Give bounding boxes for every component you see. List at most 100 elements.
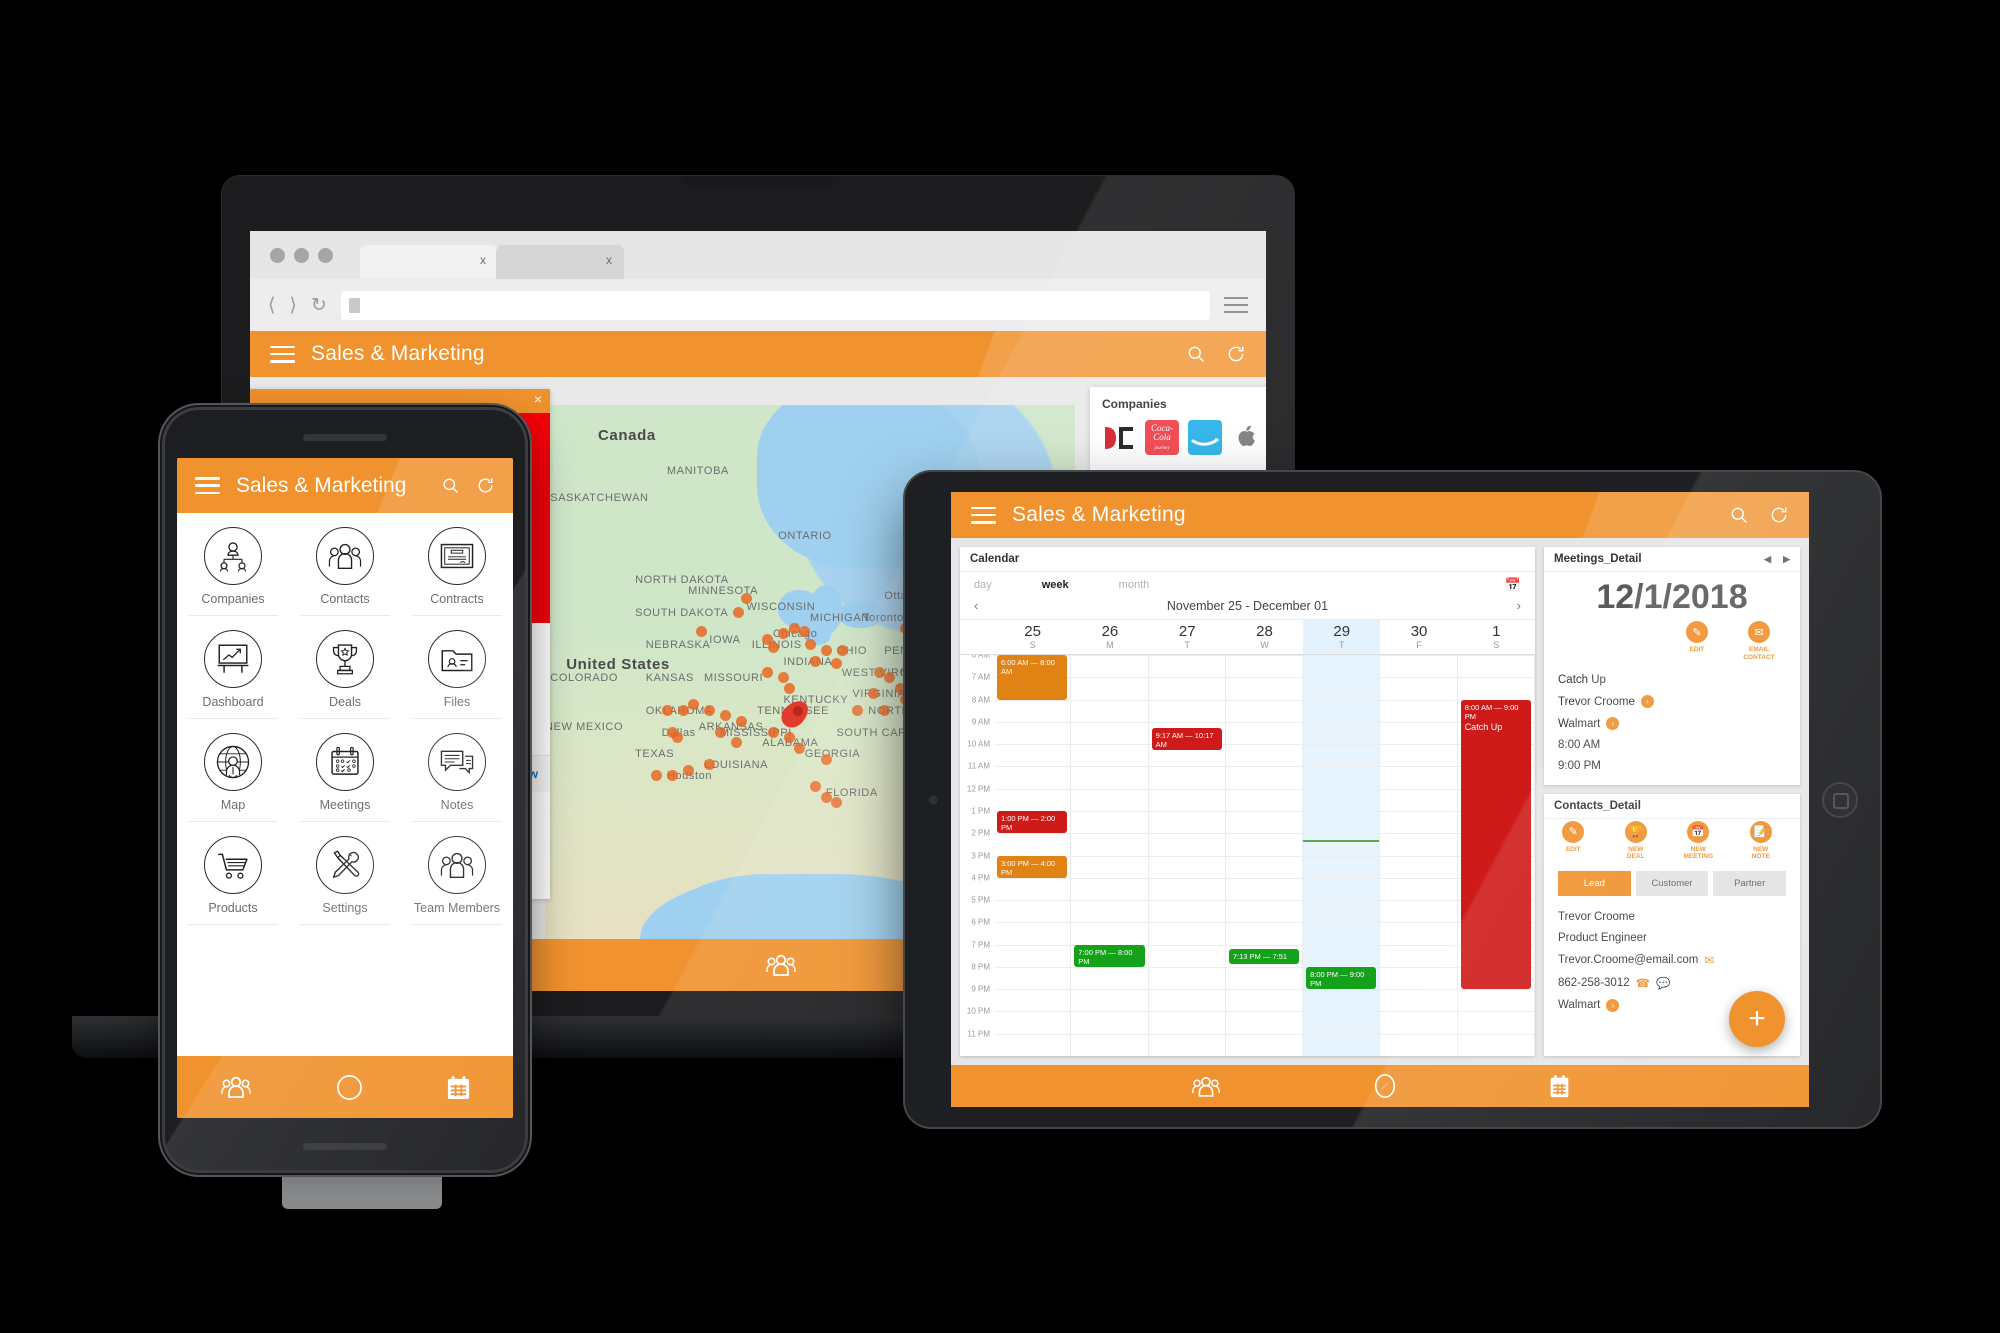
- search-icon[interactable]: [441, 476, 460, 495]
- calendar-day-header[interactable]: 27 T: [1149, 620, 1226, 654]
- next-record-button[interactable]: ▶: [1783, 554, 1790, 565]
- phone-menu-item-files[interactable]: Files: [401, 616, 513, 719]
- search-icon[interactable]: [1729, 505, 1749, 525]
- address-input[interactable]: [340, 290, 1210, 320]
- calendar-event[interactable]: 8:00 AM — 9:00 PM Catch Up: [1460, 699, 1531, 990]
- contact-segment-customer[interactable]: Customer: [1635, 871, 1709, 897]
- window-close-dot[interactable]: [270, 248, 285, 263]
- calendar-event[interactable]: 6:00 AM — 8:00 AM: [997, 655, 1068, 700]
- calendar-icon[interactable]: [1548, 1074, 1571, 1099]
- calendar-event[interactable]: 1:00 PM — 2:00 PM: [997, 810, 1068, 834]
- map-pin[interactable]: [730, 737, 742, 749]
- map-pin[interactable]: [661, 704, 673, 716]
- calendar-picker-icon[interactable]: 📅: [1505, 577, 1521, 593]
- calendar-event[interactable]: 8:00 PM — 9:00 PM: [1306, 966, 1377, 990]
- contact-action-edit[interactable]: ✎ EDIT: [1552, 820, 1595, 862]
- contact-segment-partner[interactable]: Partner: [1713, 871, 1787, 897]
- map-pin[interactable]: [820, 753, 832, 765]
- coca-cola-logo[interactable]: Coca-Cola journey: [1145, 420, 1180, 455]
- map-pin[interactable]: [788, 623, 800, 634]
- window-controls[interactable]: [270, 248, 333, 263]
- calendar-day-column[interactable]: 7:00 PM — 8:00 PM: [1071, 655, 1149, 1056]
- calendar-mode-day[interactable]: day: [974, 579, 992, 591]
- calendar-event[interactable]: 3:00 PM — 4:00 PM: [997, 855, 1068, 878]
- close-icon[interactable]: x: [606, 253, 612, 267]
- map-pin[interactable]: [696, 625, 708, 637]
- close-icon[interactable]: x: [480, 253, 486, 267]
- phone-menu-item-contracts[interactable]: Contracts: [401, 513, 513, 616]
- refresh-icon[interactable]: [1226, 344, 1246, 364]
- chat-icon[interactable]: 💬: [1656, 976, 1670, 990]
- apple-logo[interactable]: [1231, 420, 1266, 455]
- phone-menu-item-team-members[interactable]: Team Members: [401, 822, 513, 925]
- calendar-day-header[interactable]: 29 T: [1303, 620, 1381, 654]
- map-pin[interactable]: [794, 742, 806, 754]
- search-icon[interactable]: [1186, 344, 1206, 364]
- calendar-day-column[interactable]: 8:00 AM — 9:00 PM Catch Up: [1457, 655, 1535, 1056]
- refresh-icon[interactable]: [1769, 505, 1789, 525]
- chevron-right-icon[interactable]: ›: [1606, 998, 1620, 1012]
- contact-segment-lead[interactable]: Lead: [1558, 871, 1631, 897]
- hamburger-icon[interactable]: [971, 506, 996, 524]
- contacts-icon[interactable]: [1190, 1075, 1222, 1098]
- contact-action-new-deal[interactable]: 🏆 NEW DEAL: [1615, 820, 1658, 862]
- map-pin[interactable]: [852, 704, 864, 716]
- reload-icon[interactable]: ↻: [311, 296, 327, 315]
- phone-menu-item-map[interactable]: Map: [177, 719, 289, 822]
- contact-action-new-note[interactable]: 📝 NEW NOTE: [1740, 820, 1783, 862]
- calendar-mode-week[interactable]: week: [1042, 579, 1069, 591]
- chevron-right-icon[interactable]: ›: [1606, 717, 1620, 731]
- calendar-day-header[interactable]: 26 M: [1071, 620, 1148, 654]
- calendar-icon[interactable]: [446, 1074, 471, 1101]
- map-pin[interactable]: [783, 732, 795, 743]
- map-pin[interactable]: [878, 704, 890, 716]
- map-pin[interactable]: [831, 797, 843, 809]
- contacts-icon[interactable]: [219, 1075, 253, 1099]
- map-pin[interactable]: [820, 644, 832, 656]
- map-pin[interactable]: [820, 791, 832, 803]
- prev-record-button[interactable]: ◀: [1764, 554, 1771, 565]
- map-pin[interactable]: [831, 658, 843, 670]
- map-pin[interactable]: [804, 639, 816, 651]
- calendar-day-column[interactable]: 7:13 PM — 7:51 PM: [1225, 655, 1304, 1056]
- calendar-event[interactable]: 9:17 AM — 10:17 AM: [1151, 728, 1222, 751]
- email-icon[interactable]: ✉: [1704, 953, 1714, 967]
- close-icon[interactable]: ×: [534, 392, 542, 406]
- map-pin[interactable]: [735, 715, 747, 727]
- compass-icon[interactable]: [336, 1074, 363, 1101]
- map-pin[interactable]: [783, 682, 795, 694]
- map-pin[interactable]: [836, 644, 848, 656]
- calendar-day-column[interactable]: [1380, 655, 1458, 1056]
- contact-action-new-meeting[interactable]: 📅 NEW MEETING: [1677, 820, 1720, 862]
- map-pin[interactable]: [682, 764, 694, 776]
- map-pin[interactable]: [672, 732, 684, 743]
- meeting-action-edit[interactable]: ✎ EDIT: [1674, 621, 1720, 662]
- window-minimize-dot[interactable]: [294, 248, 309, 263]
- window-maximize-dot[interactable]: [318, 248, 333, 263]
- map-pin[interactable]: [762, 666, 774, 678]
- map-pin[interactable]: [651, 770, 662, 782]
- map-pin[interactable]: [767, 642, 779, 654]
- calendar-grid[interactable]: 6 AM 7 AM 8 AM 9 AM 10 AM 11 AM 12 PM 1 PM 2 PM 3…: [960, 655, 1535, 1056]
- phone-menu-item-companies[interactable]: Companies: [177, 513, 289, 616]
- map-pin[interactable]: [767, 726, 779, 738]
- map-pin[interactable]: [810, 655, 821, 667]
- hamburger-icon[interactable]: [195, 477, 220, 494]
- back-arrow-icon[interactable]: ⟨: [268, 296, 275, 315]
- map-pin[interactable]: [778, 672, 790, 684]
- calendar-event[interactable]: 7:00 PM — 8:00 PM: [1074, 944, 1145, 967]
- phone-menu-item-meetings[interactable]: Meetings: [289, 719, 401, 822]
- refresh-icon[interactable]: [476, 476, 495, 495]
- map-pin[interactable]: [884, 672, 896, 684]
- calendar-day-header[interactable]: 30 F: [1380, 620, 1457, 654]
- amazon-logo[interactable]: [1188, 420, 1223, 455]
- map-pin[interactable]: [873, 666, 885, 678]
- map-pin[interactable]: [704, 704, 715, 716]
- phone-menu-item-products[interactable]: Products: [177, 822, 289, 925]
- map-pin[interactable]: [714, 726, 726, 738]
- map-pin[interactable]: [810, 781, 821, 793]
- next-week-button[interactable]: ›: [1517, 598, 1521, 613]
- calendar-day-column[interactable]: 9:17 AM — 10:17 AM: [1148, 655, 1226, 1056]
- contacts-icon[interactable]: [764, 953, 798, 977]
- browser-tab-1[interactable]: x: [360, 245, 498, 279]
